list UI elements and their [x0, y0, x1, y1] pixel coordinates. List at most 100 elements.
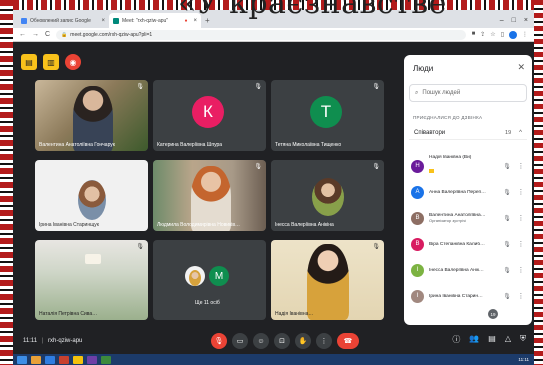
side-controls: ⓘ 👥 ▤ △ ⛨: [452, 334, 526, 345]
close-window-icon[interactable]: ×: [524, 17, 528, 24]
word-icon[interactable]: [45, 355, 55, 364]
video-tile[interactable]: 🎙 Валентина Анатоліївна Гончарук: [35, 80, 148, 151]
activities-icon[interactable]: △: [505, 334, 511, 345]
viber-icon[interactable]: [87, 355, 97, 364]
video-tile[interactable]: 🎙 Надія Іванівна…: [271, 240, 384, 320]
avatar-initial: Т: [320, 102, 332, 121]
window-controls: – □ ×: [494, 17, 534, 28]
more-options-icon[interactable]: ⋮: [517, 266, 525, 274]
chat-icon[interactable]: ▤: [488, 334, 496, 345]
tab-favicon-icon: [21, 17, 27, 24]
person-info: Віра Степанівна Калиб…: [429, 242, 497, 247]
browser-tab-0[interactable]: Обновлений запис Google ×: [17, 13, 109, 28]
mic-off-icon[interactable]: 🎙: [502, 241, 512, 248]
present-button[interactable]: ⊡: [274, 333, 290, 349]
mic-off-icon: 🎙: [254, 84, 262, 90]
meeting-code: rxh-qziw-apu: [48, 338, 83, 344]
avatar-initial: В: [415, 241, 420, 247]
maximize-icon[interactable]: □: [512, 17, 516, 24]
mic-off-icon[interactable]: 🎙: [502, 267, 512, 274]
menu-dots-icon[interactable]: ⋮: [522, 31, 528, 39]
forward-icon[interactable]: →: [32, 31, 39, 38]
more-participants-label: Ще 11 осіб: [195, 300, 220, 306]
decorative-border-left: [0, 0, 13, 365]
lock-host-icon[interactable]: ⛨: [520, 334, 526, 345]
os-taskbar: 11:11: [13, 354, 534, 365]
leave-call-button[interactable]: ☎: [337, 333, 359, 349]
list-item[interactable]: В Валентина Анатоліївна… Організатор зус…: [409, 205, 527, 231]
video-tile[interactable]: 🎙 Людмила Володимирівна Новиків…: [153, 160, 266, 231]
info-icon[interactable]: ⓘ: [452, 334, 460, 345]
mic-off-icon[interactable]: 🎙: [502, 215, 512, 222]
meeting-info: 11:11 | rxh-qziw-apu: [23, 338, 82, 344]
mic-off-icon: 🎙: [372, 244, 380, 250]
powerpoint-icon[interactable]: [59, 355, 69, 364]
more-participants-tile[interactable]: M Ще 11 осіб: [153, 240, 266, 320]
participant-silhouette: [307, 244, 349, 320]
person-info: Валентина Анатоліївна… Організатор зустр…: [429, 213, 497, 223]
avatar-initial: А: [415, 189, 420, 195]
mic-off-icon: 🎙: [136, 244, 144, 250]
more-options-icon[interactable]: ⋮: [517, 292, 525, 300]
mic-toggle-button[interactable]: 🎙: [211, 333, 227, 349]
app-icon[interactable]: [101, 355, 111, 364]
share-icon[interactable]: ⇪: [480, 31, 485, 39]
list-item[interactable]: Н Надія Іванівна (Ви) 🎙 ⋮: [409, 153, 527, 179]
avatar: І: [411, 263, 424, 277]
list-item[interactable]: І Ірина Іванівна Старин… 🎙 ⋮: [409, 283, 527, 309]
mic-off-icon[interactable]: 🎙: [502, 189, 512, 196]
host-badge-icon: [429, 168, 434, 173]
close-panel-icon[interactable]: ✕: [517, 62, 525, 73]
list-item[interactable]: А Анна Валеріївна Переп… 🎙 ⋮: [409, 179, 527, 205]
video-tile[interactable]: 🎙 Наталія Петрівна Сива…: [35, 240, 148, 320]
profile-avatar[interactable]: [509, 30, 517, 39]
mic-off-icon: 🎙: [254, 164, 262, 170]
camera-permission-icon[interactable]: ■: [472, 31, 476, 39]
participant-name: Наталія Петрівна Сива…: [39, 311, 98, 317]
avatar: В: [411, 237, 424, 251]
more-options-icon[interactable]: ⋮: [517, 188, 525, 196]
captions-icon: ☺: [257, 337, 265, 345]
avatar-initial: M: [214, 270, 224, 282]
url-field[interactable]: 🔒 meet.google.com/rxh-qziw-apu?pli=1: [56, 29, 466, 40]
search-icon: ⌕: [415, 89, 419, 96]
group-label: Співавтори: [414, 129, 446, 136]
more-options-icon[interactable]: ⋮: [517, 162, 525, 170]
panel-title: Люди: [413, 64, 434, 73]
video-tile[interactable]: Т 🎙 Тетяна Миколаївна Тищенко: [271, 80, 384, 151]
recording-icon[interactable]: ◉: [65, 54, 81, 70]
more-options-icon[interactable]: ⋮: [517, 240, 525, 248]
person-name: Анна Валеріївна Переп…: [429, 189, 486, 195]
people-icon[interactable]: 👥: [469, 334, 479, 345]
raise-hand-button[interactable]: ✋: [295, 333, 311, 349]
video-tile[interactable]: К 🎙 Катерина Валеріївна Шпура: [153, 80, 266, 151]
minimize-icon[interactable]: –: [500, 17, 504, 24]
more-options-icon[interactable]: ⋮: [517, 214, 525, 222]
reload-icon[interactable]: C: [45, 31, 50, 38]
more-options-button[interactable]: ⋮: [316, 333, 332, 349]
extensions-icon[interactable]: ▯: [501, 31, 504, 39]
star-icon[interactable]: ☆: [490, 31, 495, 39]
mic-off-icon[interactable]: 🎙: [502, 293, 512, 300]
chevron-up-icon[interactable]: ^: [519, 130, 522, 136]
chrome-icon[interactable]: [73, 355, 83, 364]
video-tile[interactable]: Ірина Іванівна Старинщук: [35, 160, 148, 231]
people-count-badge: 19: [488, 309, 498, 319]
camera-toggle-button[interactable]: ▭: [232, 333, 248, 349]
contributors-group[interactable]: Співавтори 19 ^: [409, 126, 527, 140]
participant-name: Ірина Іванівна Старинщук: [39, 222, 99, 228]
video-tile[interactable]: 🎙 Інесса Валеріївна Анікіна: [271, 160, 384, 231]
explorer-icon[interactable]: [31, 355, 41, 364]
list-item[interactable]: І Інесса Валеріївна Анік… 🎙 ⋮: [409, 257, 527, 283]
start-icon[interactable]: [17, 355, 27, 364]
close-tab-icon[interactable]: ×: [101, 18, 105, 24]
list-item[interactable]: В Віра Степанівна Калиб… 🎙 ⋮: [409, 231, 527, 257]
avatar-initial: К: [203, 102, 213, 121]
notes-icon[interactable]: ▤: [21, 54, 37, 70]
participant-avatar: [185, 266, 205, 286]
captions-button[interactable]: ☺: [253, 333, 269, 349]
back-icon[interactable]: ←: [19, 31, 26, 38]
search-people-input[interactable]: ⌕ Пошук людей: [409, 84, 527, 102]
mic-off-icon[interactable]: 🎙: [502, 163, 512, 170]
document-icon[interactable]: ▥: [43, 54, 59, 70]
